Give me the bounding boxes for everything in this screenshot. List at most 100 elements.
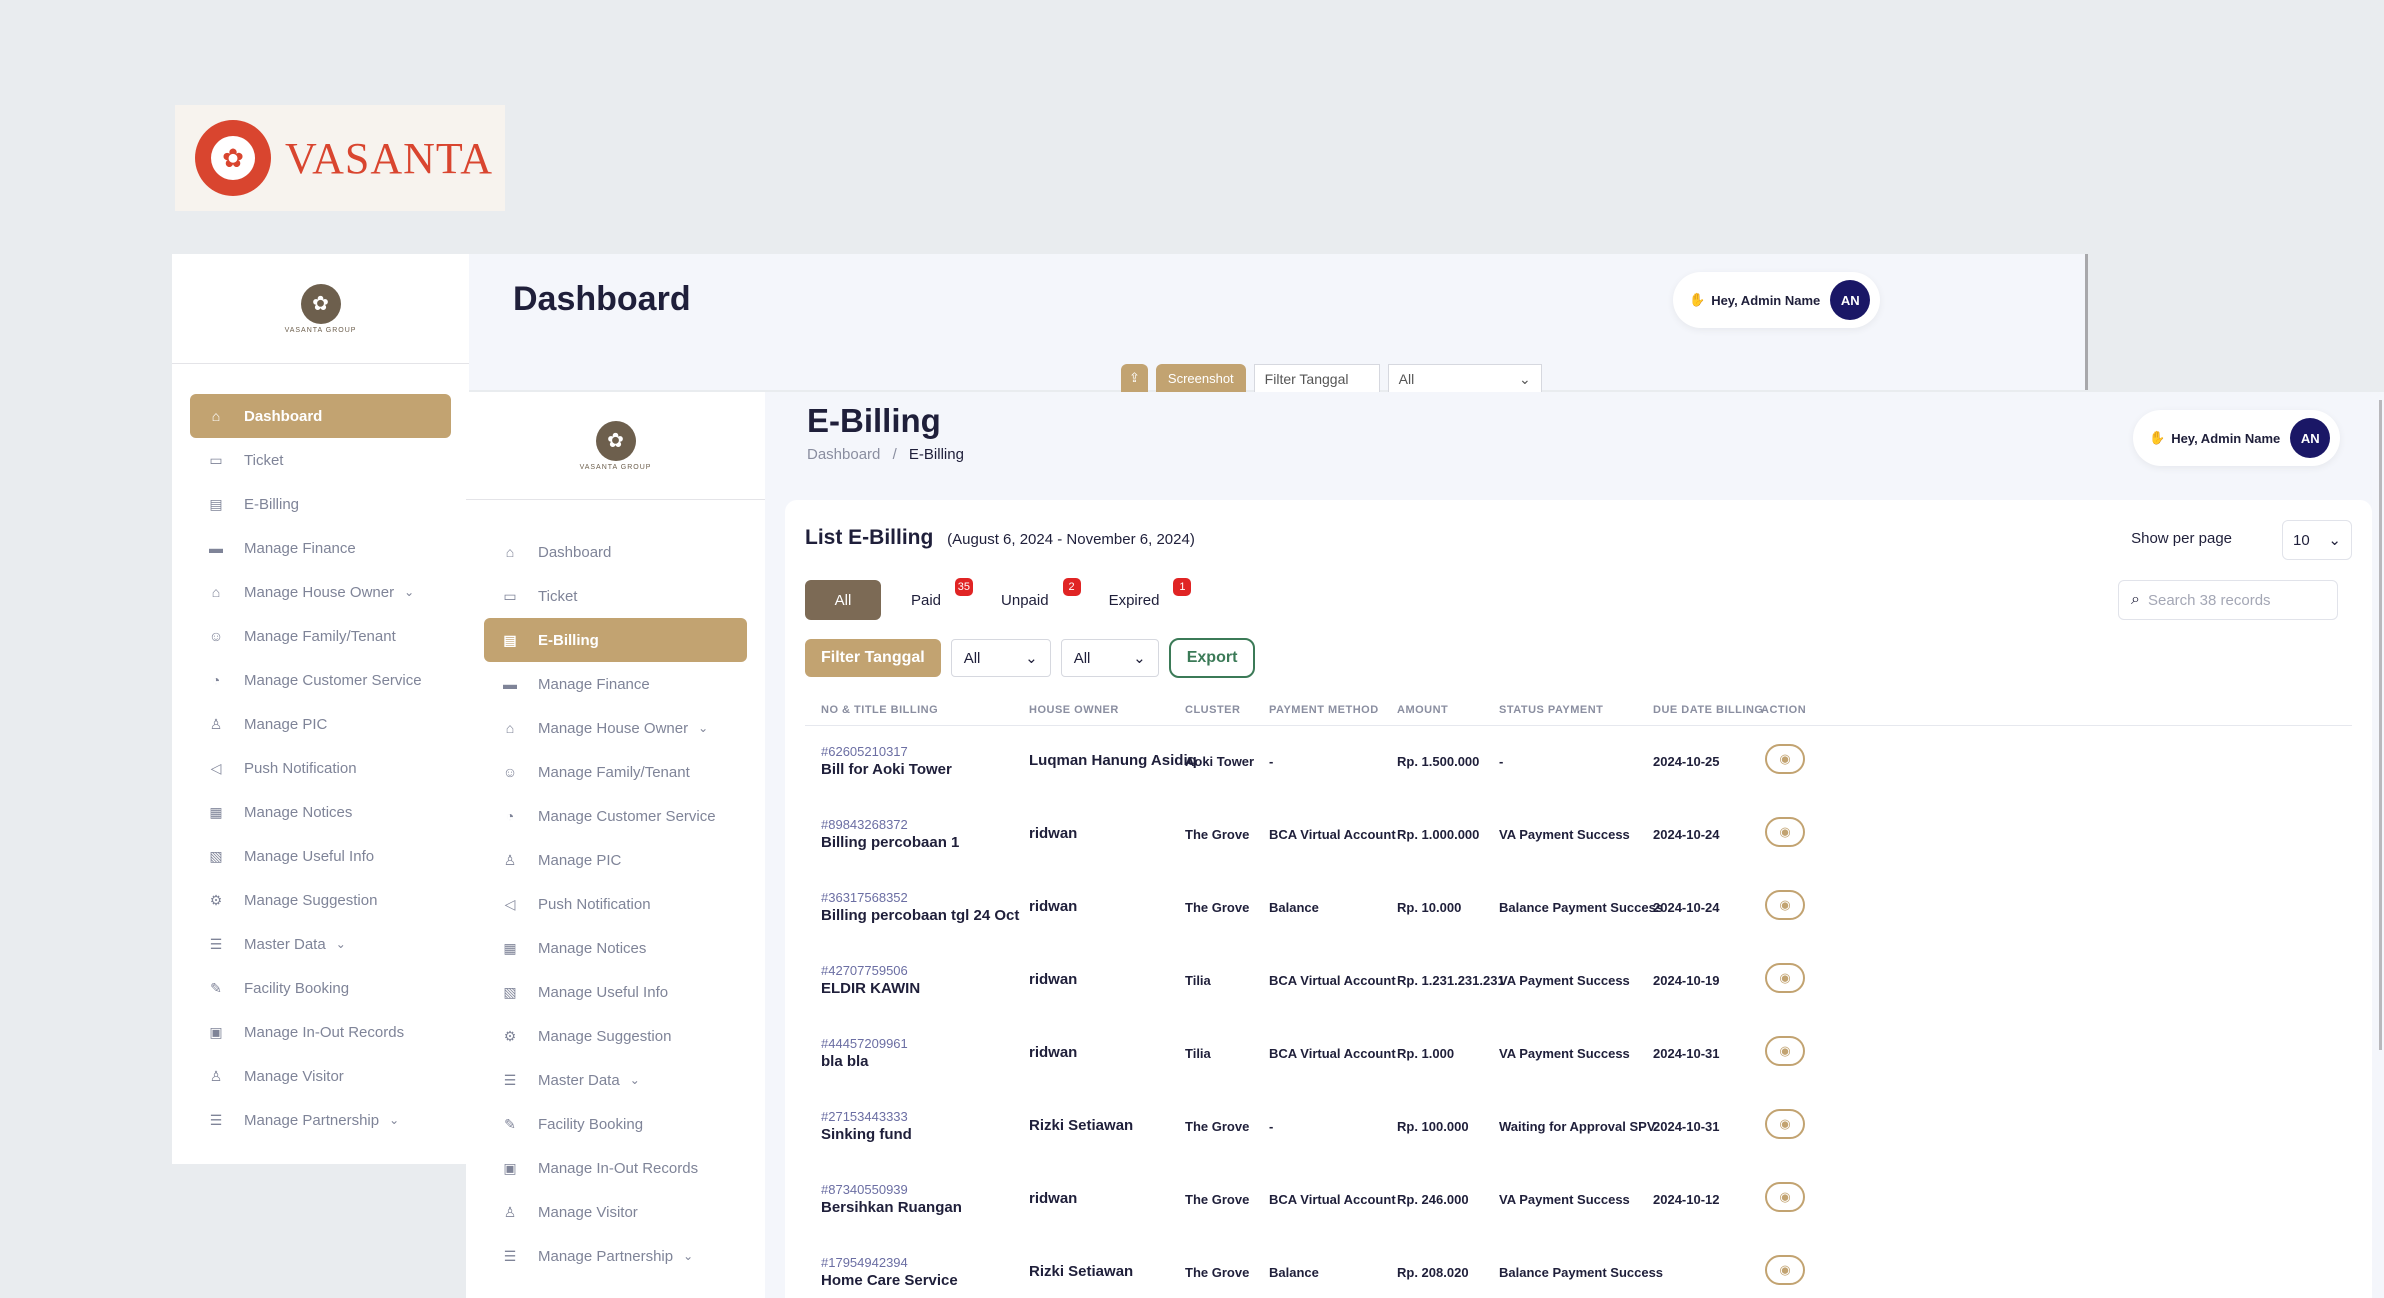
dashboard-select[interactable]: All ⌄ (1387, 364, 1542, 392)
billing-number[interactable]: #87340550939 (821, 1182, 962, 1197)
sidebar-item-push-notification[interactable]: ◁ Push Notification (484, 882, 747, 926)
sidebar-item-manage-in-out-records[interactable]: ▣ Manage In-Out Records (484, 1146, 747, 1190)
eye-icon: ◉ (1779, 1116, 1791, 1131)
sidebar-logo[interactable]: ✿ VASANTA GROUP (172, 254, 469, 364)
view-button[interactable]: ◉ (1765, 963, 1805, 993)
export-button[interactable]: Export (1168, 638, 1256, 678)
sidebar-item-manage-house-owner[interactable]: ⌂ Manage House Owner ⌄ (190, 570, 451, 614)
tab-all[interactable]: All (805, 580, 881, 620)
sidebar-item-master-data[interactable]: ☰ Master Data ⌄ (190, 922, 451, 966)
cell-due: 2024-10-19 (1653, 973, 1720, 988)
table-row: #62605210317 Bill for Aoki Tower Luqman Ha… (805, 726, 2352, 799)
tab-paid[interactable]: Paid 35 (891, 578, 974, 620)
billing-cell: #42707759506 ELDIR KAWIN (821, 963, 920, 997)
sidebar-item-manage-in-out-records[interactable]: ▣ Manage In-Out Records (190, 1010, 451, 1054)
share-button[interactable]: ⇪ (1121, 364, 1148, 392)
scrollbar[interactable] (2379, 400, 2382, 1050)
tab-expired[interactable]: Expired 1 (1089, 578, 1192, 620)
sidebar-item-manage-partnership[interactable]: ☰ Manage Partnership ⌄ (190, 1098, 451, 1142)
sidebar-item-manage-suggestion[interactable]: ⚙ Manage Suggestion (190, 878, 451, 922)
cluster-select[interactable]: All ⌄ (950, 639, 1051, 677)
sidebar-item-manage-visitor[interactable]: ♙ Manage Visitor (484, 1190, 747, 1234)
sidebar-item-facility-booking[interactable]: ✎ Facility Booking (484, 1102, 747, 1146)
sidebar-item-manage-customer-service[interactable]: ◔ Manage Customer Service (190, 658, 451, 702)
document-icon: ▤ (209, 495, 223, 512)
chevron-down-icon: ⌄ (1518, 371, 1531, 387)
view-button[interactable]: ◉ (1765, 1255, 1805, 1285)
billing-number[interactable]: #27153443333 (821, 1109, 912, 1124)
date-filter-input[interactable]: Filter Tanggal (1253, 364, 1380, 392)
user-greeting[interactable]: ✋ Hey, Admin Name AN (1673, 272, 1881, 328)
sidebar-item-dashboard[interactable]: ⌂ Dashboard (484, 530, 747, 574)
sidebar-item-e-billing[interactable]: ▤ E-Billing (190, 482, 451, 526)
search-input[interactable]: ⌕ Search 38 records (2118, 580, 2338, 620)
sidebar-item-label: Manage Suggestion (538, 1027, 672, 1045)
billing-number[interactable]: #44457209961 (821, 1036, 908, 1051)
list-icon: ☰ (209, 935, 223, 952)
sidebar-item-manage-notices[interactable]: ▦ Manage Notices (484, 926, 747, 970)
per-page-select[interactable]: 10 ⌄ (2282, 520, 2352, 560)
avatar[interactable]: AN (1830, 280, 1871, 320)
sidebar-item-manage-useful-info[interactable]: ▧ Manage Useful Info (484, 970, 747, 1014)
view-button[interactable]: ◉ (1765, 817, 1805, 847)
sidebar-item-manage-suggestion[interactable]: ⚙ Manage Suggestion (484, 1014, 747, 1058)
sidebar-item-manage-pic[interactable]: ♙ Manage PIC (190, 702, 451, 746)
status-select[interactable]: All ⌄ (1060, 639, 1159, 677)
search-icon: ⌕ (2131, 591, 2140, 608)
chevron-down-icon: ⌄ (698, 721, 709, 735)
cell-owner: ridwan (1029, 1044, 1078, 1061)
billing-number[interactable]: #36317568352 (821, 890, 1019, 905)
sidebar-item-manage-pic[interactable]: ♙ Manage PIC (484, 838, 747, 882)
filter-date-button[interactable]: Filter Tanggal (805, 639, 941, 677)
cell-amount: Rp. 246.000 (1397, 1192, 1469, 1207)
cell-method: BCA Virtual Account (1269, 973, 1396, 988)
tab-label: Unpaid (1001, 591, 1049, 609)
sidebar-item-label: Push Notification (538, 895, 651, 913)
avatar[interactable]: AN (2290, 418, 2331, 458)
sidebar-item-dashboard[interactable]: ⌂ Dashboard (190, 394, 451, 438)
sidebar-item-manage-finance[interactable]: ▬ Manage Finance (190, 526, 451, 570)
sidebar-item-ticket[interactable]: ▭ Ticket (484, 574, 747, 618)
sidebar-logo[interactable]: ✿ VASANTA GROUP (466, 392, 765, 500)
sidebar-item-label: Manage Family/Tenant (538, 763, 690, 781)
breadcrumb-separator: / (892, 446, 897, 463)
sidebar-item-manage-notices[interactable]: ▦ Manage Notices (190, 790, 451, 834)
breadcrumb-dashboard[interactable]: Dashboard (807, 446, 880, 463)
sidebar-item-manage-partnership[interactable]: ☰ Manage Partnership ⌄ (484, 1234, 747, 1278)
sidebar-item-manage-useful-info[interactable]: ▧ Manage Useful Info (190, 834, 451, 878)
billing-title: Bersihkan Ruangan (821, 1199, 962, 1216)
sidebar-item-label: Facility Booking (244, 979, 350, 997)
sidebar-item-manage-family-tenant[interactable]: ☺ Manage Family/Tenant (484, 750, 747, 794)
list-icon: ☰ (209, 1111, 223, 1128)
billing-title: Billing percobaan tgl 24 Oct (821, 907, 1020, 924)
sidebar-item-ticket[interactable]: ▭ Ticket (190, 438, 451, 482)
view-button[interactable]: ◉ (1765, 890, 1805, 920)
sidebar-item-e-billing[interactable]: ▤ E-Billing (484, 618, 747, 662)
screenshot-button[interactable]: Screenshot (1155, 364, 1246, 392)
billing-number[interactable]: #42707759506 (821, 963, 920, 978)
brand-mark: ✿ (195, 120, 271, 196)
sidebar-item-label: Manage Partnership (244, 1111, 380, 1129)
sidebar-item-push-notification[interactable]: ◁ Push Notification (190, 746, 451, 790)
list-title-text: List E-Billing (805, 526, 934, 549)
cell-due: 2024-10-25 (1653, 754, 1720, 769)
sidebar-item-manage-family-tenant[interactable]: ☺ Manage Family/Tenant (190, 614, 451, 658)
billing-number[interactable]: #17954942394 (821, 1255, 958, 1270)
billing-number[interactable]: #89843268372 (821, 817, 959, 832)
sidebar-item-manage-customer-service[interactable]: ◔ Manage Customer Service (484, 794, 747, 838)
view-button[interactable]: ◉ (1765, 744, 1805, 774)
cell-amount: Rp. 100.000 (1397, 1119, 1469, 1134)
sidebar-item-manage-finance[interactable]: ▬ Manage Finance (484, 662, 747, 706)
sidebar-item-manage-visitor[interactable]: ♙ Manage Visitor (190, 1054, 451, 1098)
user-greeting[interactable]: ✋ Hey, Admin Name AN (2133, 410, 2341, 466)
view-button[interactable]: ◉ (1765, 1036, 1805, 1066)
megaphone-icon: ◁ (210, 759, 222, 776)
sidebar-item-facility-booking[interactable]: ✎ Facility Booking (190, 966, 451, 1010)
tab-unpaid[interactable]: Unpaid 2 (981, 578, 1081, 620)
sidebar-item-master-data[interactable]: ☰ Master Data ⌄ (484, 1058, 747, 1102)
billing-number[interactable]: #62605210317 (821, 744, 952, 759)
view-button[interactable]: ◉ (1765, 1109, 1805, 1139)
sidebar-item-manage-house-owner[interactable]: ⌂ Manage House Owner ⌄ (484, 706, 747, 750)
column-header: ACTION (1761, 704, 1807, 716)
view-button[interactable]: ◉ (1765, 1182, 1805, 1212)
